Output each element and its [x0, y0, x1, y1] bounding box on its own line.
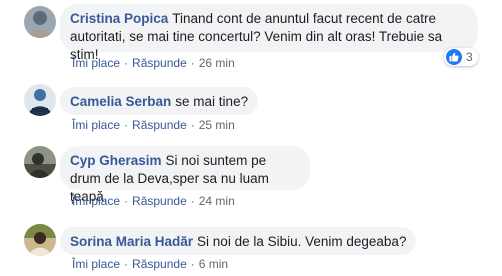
reply-link[interactable]: Răspunde	[132, 118, 187, 132]
reply-link[interactable]: Răspunde	[132, 56, 187, 70]
separator-dot: ·	[124, 257, 129, 271]
comment-time[interactable]: 6 min	[199, 257, 228, 271]
comment-bubble: Cyp Gherasim Si noi suntem pe drum de la …	[60, 146, 310, 204]
separator-dot: ·	[190, 257, 195, 271]
comment-list: Cristina Popica Tinand cont de anuntul fa…	[0, 0, 502, 276]
comment-text: se mai tine?	[175, 94, 249, 109]
reaction-badge[interactable]: 3	[444, 48, 478, 66]
avatar-photo	[24, 84, 56, 116]
comment-actions: Îmi place · Răspunde · 6 min	[72, 257, 228, 271]
comment-time[interactable]: 26 min	[199, 56, 235, 70]
separator-dot: ·	[190, 56, 195, 70]
avatar[interactable]	[24, 146, 56, 178]
comment-bubble: Sorina Maria Hadăr Si noi de la Sibiu. Ve…	[60, 227, 417, 255]
separator-dot: ·	[124, 118, 129, 132]
reply-link[interactable]: Răspunde	[132, 257, 187, 271]
comment-time[interactable]: 24 min	[199, 194, 235, 208]
like-icon	[446, 49, 462, 65]
comment-text: Si noi de la Sibiu. Venim degeaba?	[197, 234, 407, 249]
avatar[interactable]	[24, 6, 56, 38]
comment-bubble: Camelia Serban se mai tine?	[60, 87, 259, 115]
reply-link[interactable]: Răspunde	[132, 194, 187, 208]
comment-author[interactable]: Camelia Serban	[70, 94, 171, 109]
comment-time[interactable]: 25 min	[199, 118, 235, 132]
avatar[interactable]	[24, 84, 56, 116]
comment-actions: Îmi place · Răspunde · 25 min	[72, 118, 235, 132]
like-link[interactable]: Îmi place	[72, 257, 120, 271]
avatar-photo	[24, 146, 56, 178]
separator-dot: ·	[190, 118, 195, 132]
comment-actions: Îmi place · Răspunde · 24 min	[72, 194, 235, 208]
comment-author[interactable]: Sorina Maria Hadăr	[70, 234, 193, 249]
avatar-photo	[24, 6, 56, 38]
like-link[interactable]: Îmi place	[72, 56, 120, 70]
like-link[interactable]: Îmi place	[72, 194, 120, 208]
reaction-count: 3	[466, 50, 473, 64]
comment-author[interactable]: Cristina Popica	[70, 11, 168, 26]
avatar-photo	[24, 224, 56, 256]
comment-bubble: Cristina Popica Tinand cont de anuntul fa…	[60, 4, 478, 62]
like-link[interactable]: Îmi place	[72, 118, 120, 132]
separator-dot: ·	[124, 56, 129, 70]
comment-actions: Îmi place · Răspunde · 26 min	[72, 56, 235, 70]
separator-dot: ·	[124, 194, 129, 208]
separator-dot: ·	[190, 194, 195, 208]
comment-author[interactable]: Cyp Gherasim	[70, 153, 162, 168]
avatar[interactable]	[24, 224, 56, 256]
